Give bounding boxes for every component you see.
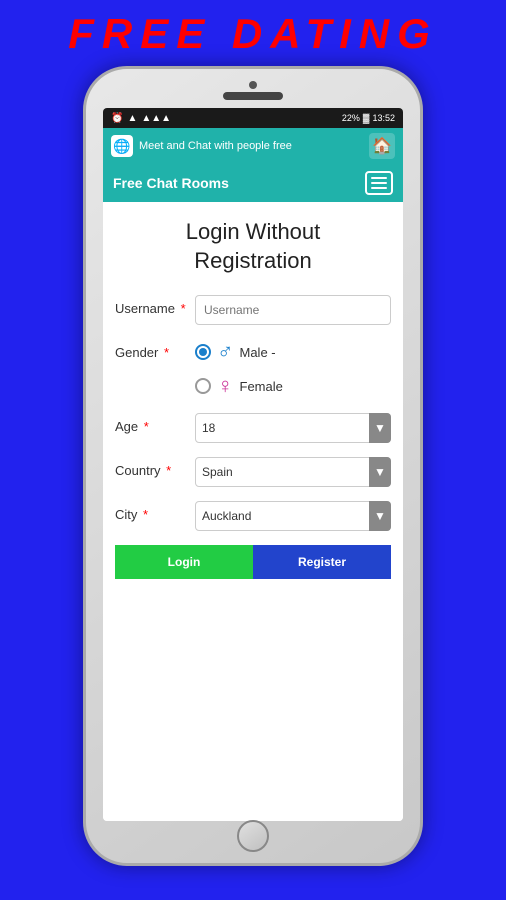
username-required: * — [177, 301, 186, 316]
female-radio[interactable] — [195, 378, 211, 394]
hamburger-button[interactable] — [365, 171, 393, 195]
register-button[interactable]: Register — [253, 545, 391, 579]
city-row: City * Auckland ▼ — [115, 501, 391, 531]
city-label: City * — [115, 501, 195, 522]
page-title: FREE DATING — [68, 10, 438, 58]
male-radio[interactable] — [195, 344, 211, 360]
hamburger-line-2 — [371, 182, 387, 184]
username-input[interactable] — [195, 295, 391, 325]
battery-icon: ▓ — [363, 113, 370, 123]
alarm-icon: ⏰ — [111, 113, 123, 124]
browser-title: Meet and Chat with people free — [139, 140, 363, 152]
bottom-buttons: Login Register — [115, 545, 391, 579]
male-radio-dot — [199, 348, 207, 356]
phone-mockup: ⏰ ▲ ▲▲▲ 22% ▓ 13:52 🌐 Meet and Chat with… — [83, 66, 423, 866]
female-symbol-icon: ♀ — [217, 373, 234, 399]
app-logo-icon: 🌐 — [111, 135, 133, 157]
male-symbol-icon: ♂ — [217, 339, 234, 365]
country-label: Country * — [115, 457, 195, 478]
country-required: * — [163, 463, 172, 478]
status-left: ⏰ ▲ ▲▲▲ — [111, 113, 171, 124]
hamburger-line-3 — [371, 187, 387, 189]
clock: 13:52 — [372, 113, 395, 123]
wifi-icon: ▲ — [127, 113, 137, 124]
male-label: Male - — [240, 345, 276, 360]
phone-bottom — [237, 821, 269, 851]
country-row: Country * Spain ▼ — [115, 457, 391, 487]
home-button[interactable] — [237, 820, 269, 852]
nav-title: Free Chat Rooms — [113, 175, 229, 191]
gender-row: Gender * ♂ Male - ♀ Femal — [115, 339, 391, 399]
city-select[interactable]: Auckland — [195, 501, 391, 531]
content-area: Login Without Registration Username * Ge… — [103, 202, 403, 821]
age-label: Age * — [115, 413, 195, 434]
status-right: 22% ▓ 13:52 — [342, 113, 395, 123]
female-label: Female — [240, 379, 283, 394]
status-bar: ⏰ ▲ ▲▲▲ 22% ▓ 13:52 — [103, 108, 403, 128]
home-icon[interactable]: 🏠 — [369, 133, 395, 159]
age-select[interactable]: 18 — [195, 413, 391, 443]
phone-speaker — [223, 92, 283, 100]
login-title-line2: Registration — [194, 248, 311, 273]
gender-group: ♂ Male - ♀ Female — [195, 339, 283, 399]
age-row: Age * 18 ▼ — [115, 413, 391, 443]
phone-screen: ⏰ ▲ ▲▲▲ 22% ▓ 13:52 🌐 Meet and Chat with… — [103, 108, 403, 821]
age-required: * — [140, 419, 149, 434]
gender-female-option[interactable]: ♀ Female — [195, 373, 283, 399]
login-button[interactable]: Login — [115, 545, 253, 579]
login-title: Login Without Registration — [115, 218, 391, 275]
city-select-wrapper: Auckland ▼ — [195, 501, 391, 531]
username-row: Username * — [115, 295, 391, 325]
login-title-line1: Login Without — [186, 219, 321, 244]
browser-bar: 🌐 Meet and Chat with people free 🏠 — [103, 128, 403, 164]
username-label: Username * — [115, 295, 195, 316]
city-required: * — [139, 507, 148, 522]
gender-required: * — [160, 345, 169, 360]
phone-top — [96, 81, 410, 104]
country-select-wrapper: Spain ▼ — [195, 457, 391, 487]
battery-percentage: 22% — [342, 113, 360, 123]
age-select-wrapper: 18 ▼ — [195, 413, 391, 443]
signal-icon: ▲▲▲ — [141, 113, 171, 124]
phone-camera — [249, 81, 257, 89]
hamburger-line-1 — [371, 177, 387, 179]
country-select[interactable]: Spain — [195, 457, 391, 487]
gender-male-option[interactable]: ♂ Male - — [195, 339, 283, 365]
nav-bar: Free Chat Rooms — [103, 164, 403, 202]
gender-label: Gender * — [115, 339, 195, 360]
